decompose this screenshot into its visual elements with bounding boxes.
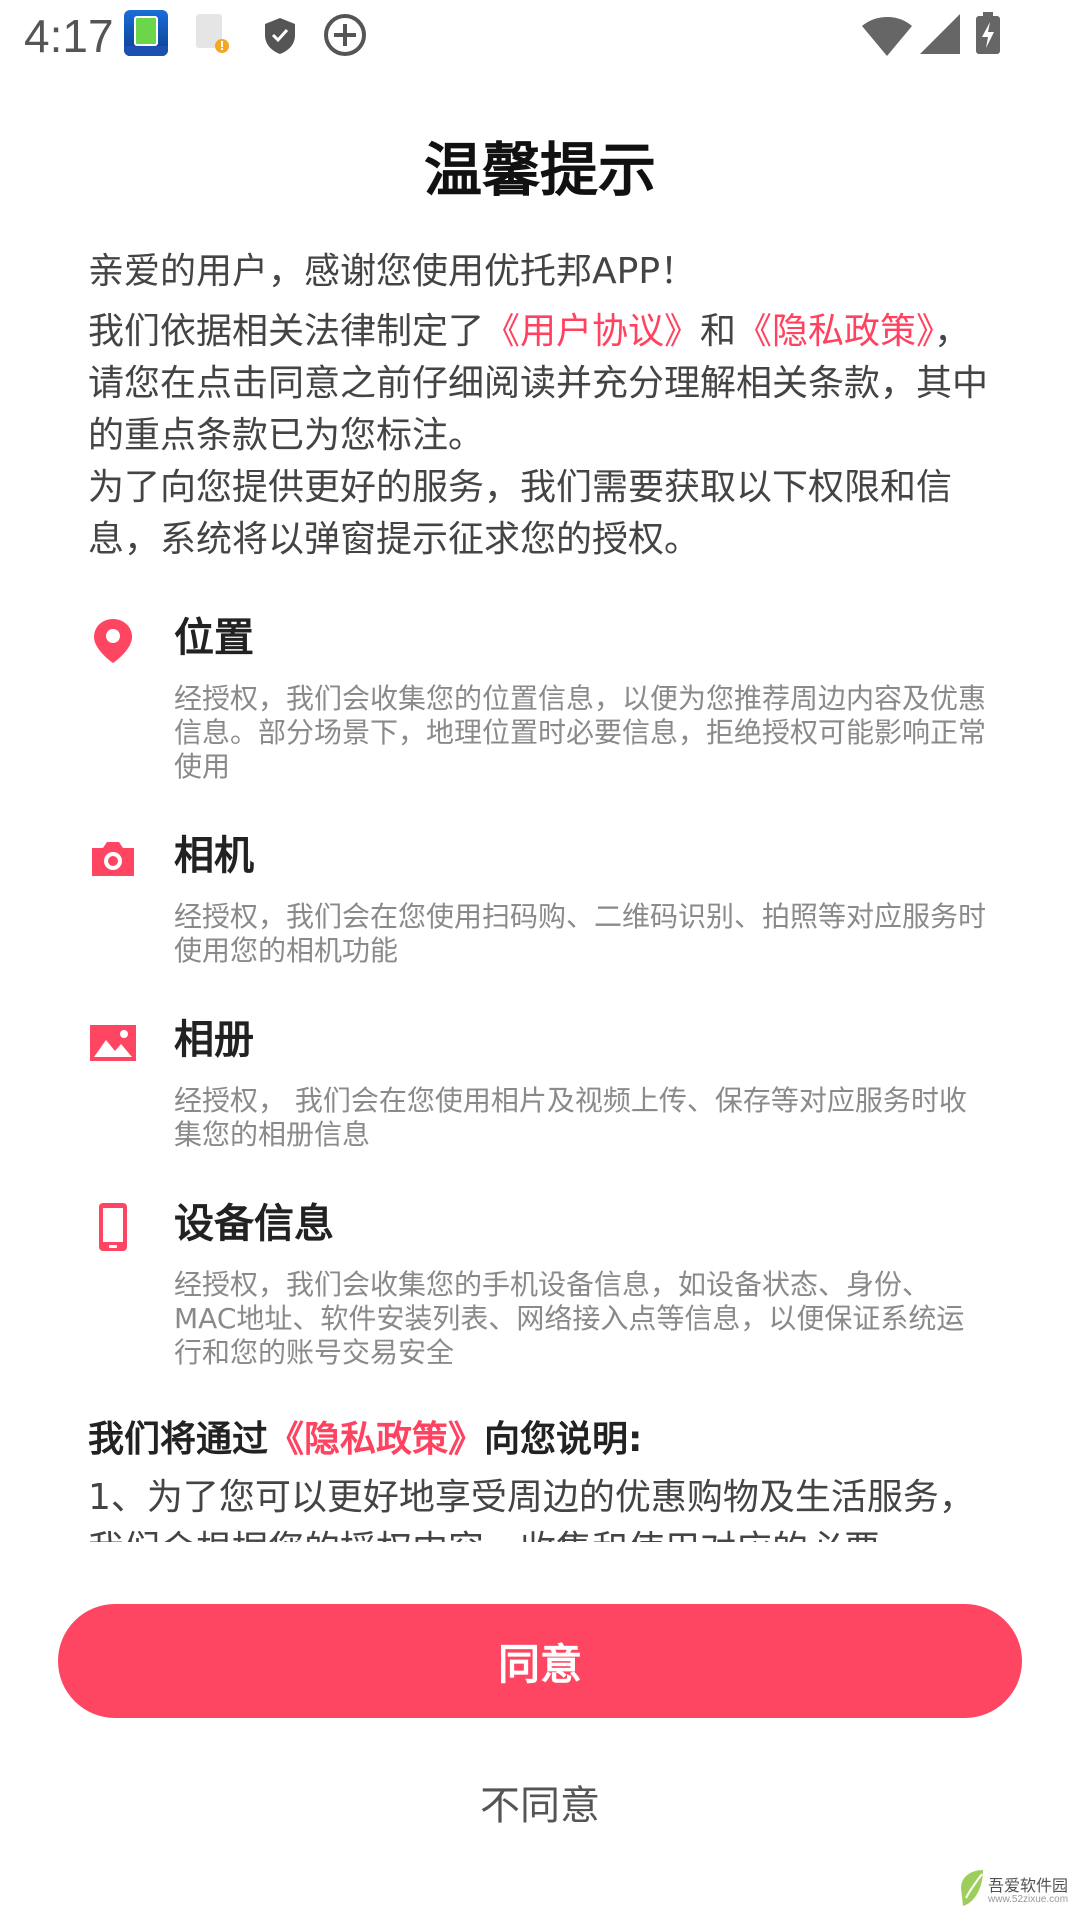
permission-desc: 经授权，我们会在您使用扫码购、二维码识别、拍照等对应服务时使用您的相机功能 bbox=[174, 900, 987, 967]
permission-desc: 经授权，我们会收集您的手机设备信息，如设备状态、身份、MAC地址、软件安装列表、… bbox=[174, 1268, 965, 1369]
permission-intro-paragraph: 为了向您提供更好的服务，我们需要获取以下权限和信息，系统将以弹窗提示征求您的授权… bbox=[88, 467, 953, 560]
privacy-notice-heading: 我们将通过《隐私政策》向您说明: bbox=[88, 1414, 992, 1466]
privacy-policy-link-2[interactable]: 《隐私政策》 bbox=[268, 1419, 484, 1460]
disagree-button[interactable]: 不同意 bbox=[340, 1776, 740, 1836]
battery-charging-icon bbox=[976, 12, 1000, 54]
permission-device: 设备信息 经授权，我们会收集您的手机设备信息，如设备状态、身份、MAC地址、软件… bbox=[88, 1196, 992, 1370]
intro-text: 我们依据相关法律制定了 bbox=[88, 311, 485, 352]
permission-title: 相机 bbox=[174, 833, 254, 879]
sim-warning-icon bbox=[196, 14, 229, 53]
status-bar: 4:17 bbox=[0, 0, 1080, 72]
permission-title: 位置 bbox=[174, 615, 254, 661]
battery-app-icon bbox=[124, 10, 168, 56]
watermark-logo-icon bbox=[961, 1870, 983, 1906]
agree-button[interactable]: 同意 bbox=[58, 1604, 1022, 1718]
signal-icon bbox=[920, 14, 960, 54]
notice-item: 1、为了您可以更好地享受周边的优惠购物及生活服务，我们会根据您的授权内容，收集和… bbox=[88, 1477, 975, 1542]
user-agreement-link[interactable]: 《用户协议》 bbox=[484, 311, 700, 352]
status-time: 4:17 bbox=[24, 10, 114, 62]
location-pin-icon bbox=[94, 619, 132, 663]
notice-text-after: 向您说明: bbox=[484, 1419, 643, 1460]
intro-and-text: 和 bbox=[700, 311, 737, 352]
privacy-policy-link[interactable]: 《隐私政策》 bbox=[736, 311, 934, 352]
greeting-text: 亲爱的用户，感谢您使用优托邦APP！ bbox=[88, 251, 697, 292]
camera-icon bbox=[92, 842, 134, 876]
permission-album: 相册 经授权， 我们会在您使用相片及视频上传、保存等对应服务时收集您的相册信息 bbox=[88, 1012, 992, 1152]
add-circle-icon bbox=[324, 14, 366, 56]
permission-title: 相册 bbox=[174, 1017, 254, 1063]
intro-paragraph: 我们依据相关法律制定了《用户协议》和《隐私政策》，请您在点击同意之前仔细阅读并充… bbox=[88, 306, 992, 462]
image-icon bbox=[90, 1025, 136, 1061]
permission-location: 位置 经授权，我们会收集您的位置信息，以便为您推荐周边内容及优惠信息。部分场景下… bbox=[88, 610, 992, 784]
notice-text: 我们将通过 bbox=[88, 1419, 269, 1460]
wifi-icon bbox=[862, 17, 912, 56]
privacy-content[interactable]: 亲爱的用户，感谢您使用优托邦APP！ 我们依据相关法律制定了《用户协议》和《隐私… bbox=[88, 246, 992, 1542]
phone-device-icon bbox=[99, 1203, 127, 1251]
shield-icon bbox=[265, 18, 295, 54]
watermark-url: www.52zixue.com bbox=[988, 1894, 1069, 1905]
permission-desc: 经授权， 我们会在您使用相片及视频上传、保存等对应服务时收集您的相册信息 bbox=[174, 1084, 967, 1151]
watermark-name: 吾爱软件园 bbox=[988, 1878, 1069, 1895]
dialog-title: 温馨提示 bbox=[423, 136, 656, 204]
permission-camera: 相机 经授权，我们会在您使用扫码购、二维码识别、拍照等对应服务时使用您的相机功能 bbox=[88, 828, 992, 968]
permission-desc: 经授权，我们会收集您的位置信息，以便为您推荐周边内容及优惠信息。部分场景下，地理… bbox=[174, 682, 987, 783]
permission-title: 设备信息 bbox=[174, 1201, 334, 1247]
watermark: 吾爱软件园 www.52zixue.com bbox=[958, 1862, 1076, 1916]
